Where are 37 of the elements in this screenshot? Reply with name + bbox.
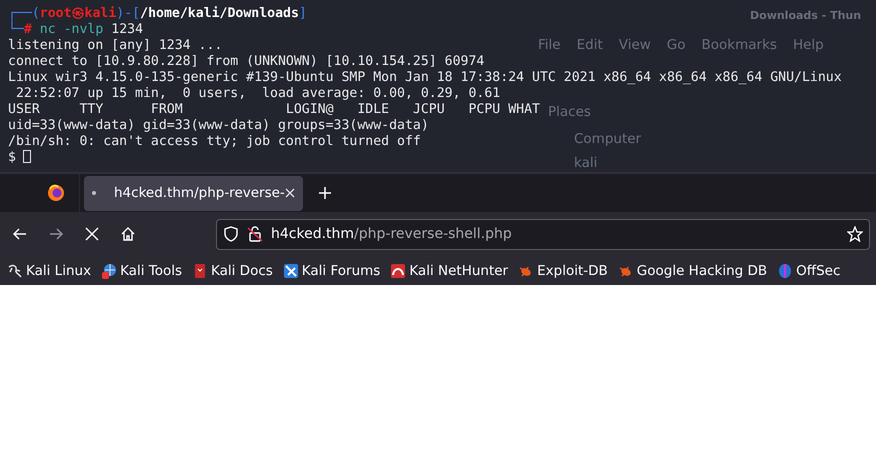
bookmark-link[interactable]: Kali Forums — [282, 262, 380, 278]
output-line: listening on [any] 1234 ... — [8, 38, 222, 54]
globe-icon — [101, 262, 118, 278]
bookmark-link[interactable]: Google Hacking DB — [618, 262, 768, 278]
loading-icon — [92, 191, 96, 195]
bookmark-link[interactable]: Kali Docs — [192, 262, 273, 278]
star-icon[interactable] — [847, 226, 863, 242]
output-line: connect to [10.9.80.228] from (UNKNOWN) [10.10.154.25] 60974 — [8, 54, 484, 70]
right-arrow-icon — [48, 226, 64, 242]
shield-icon[interactable] — [223, 226, 239, 242]
prompt-line: ┌──(root㉿kali)-[/home/kali/Downloads] — [8, 6, 307, 21]
address-bar[interactable]: h4cked.thm/php-reverse-shell.php — [216, 218, 870, 250]
output-line: uid=33(www-data) gid=33(www-data) groups=33(www-data) — [8, 118, 429, 134]
plus-icon — [318, 186, 332, 200]
close-icon[interactable] — [285, 188, 295, 198]
bookmark-link[interactable]: Exploit-DB — [518, 262, 608, 278]
command-line: └─# nc -nvlp 1234 — [8, 22, 144, 38]
left-arrow-icon — [12, 226, 28, 242]
book-icon — [192, 262, 208, 278]
close-icon — [85, 227, 99, 241]
shell-prompt: $ — [8, 150, 16, 165]
output-line: USER TTY FROM LOGIN@ IDLE JCPU PCPU WHAT — [8, 102, 540, 118]
cursor — [22, 150, 31, 163]
output-line: /bin/sh: 0: can't access tty; job control turned off — [8, 134, 421, 150]
bookmark-link[interactable]: Kali Tools — [101, 262, 182, 278]
browser-tab[interactable]: h4cked.thm/php-reverse- — [84, 176, 303, 210]
insecure-lock-icon[interactable] — [247, 226, 263, 242]
sidebar-heading: Places — [548, 104, 591, 120]
window-title: Downloads - Thun — [750, 9, 862, 22]
output-line: Linux wir3 4.15.0-135-generic #139-Ubuntu SMP Mon Jan 18 17:38:24 UTC 2021 x86_64 x86_64 x86_64 GNU/Linux — [8, 70, 842, 86]
browser-logo-icon[interactable] — [47, 184, 65, 202]
bookmark-link[interactable]: Kali Linux — [7, 262, 92, 278]
bookmark-link[interactable]: OffSec — [777, 262, 840, 278]
home-icon — [120, 226, 136, 242]
forum-icon — [282, 262, 299, 278]
output-line: 22:52:07 up 15 min, 0 users, load average: 0.00, 0.29, 0.61 — [14, 86, 500, 102]
bookmark-link[interactable]: Kali NetHunter — [390, 262, 508, 278]
